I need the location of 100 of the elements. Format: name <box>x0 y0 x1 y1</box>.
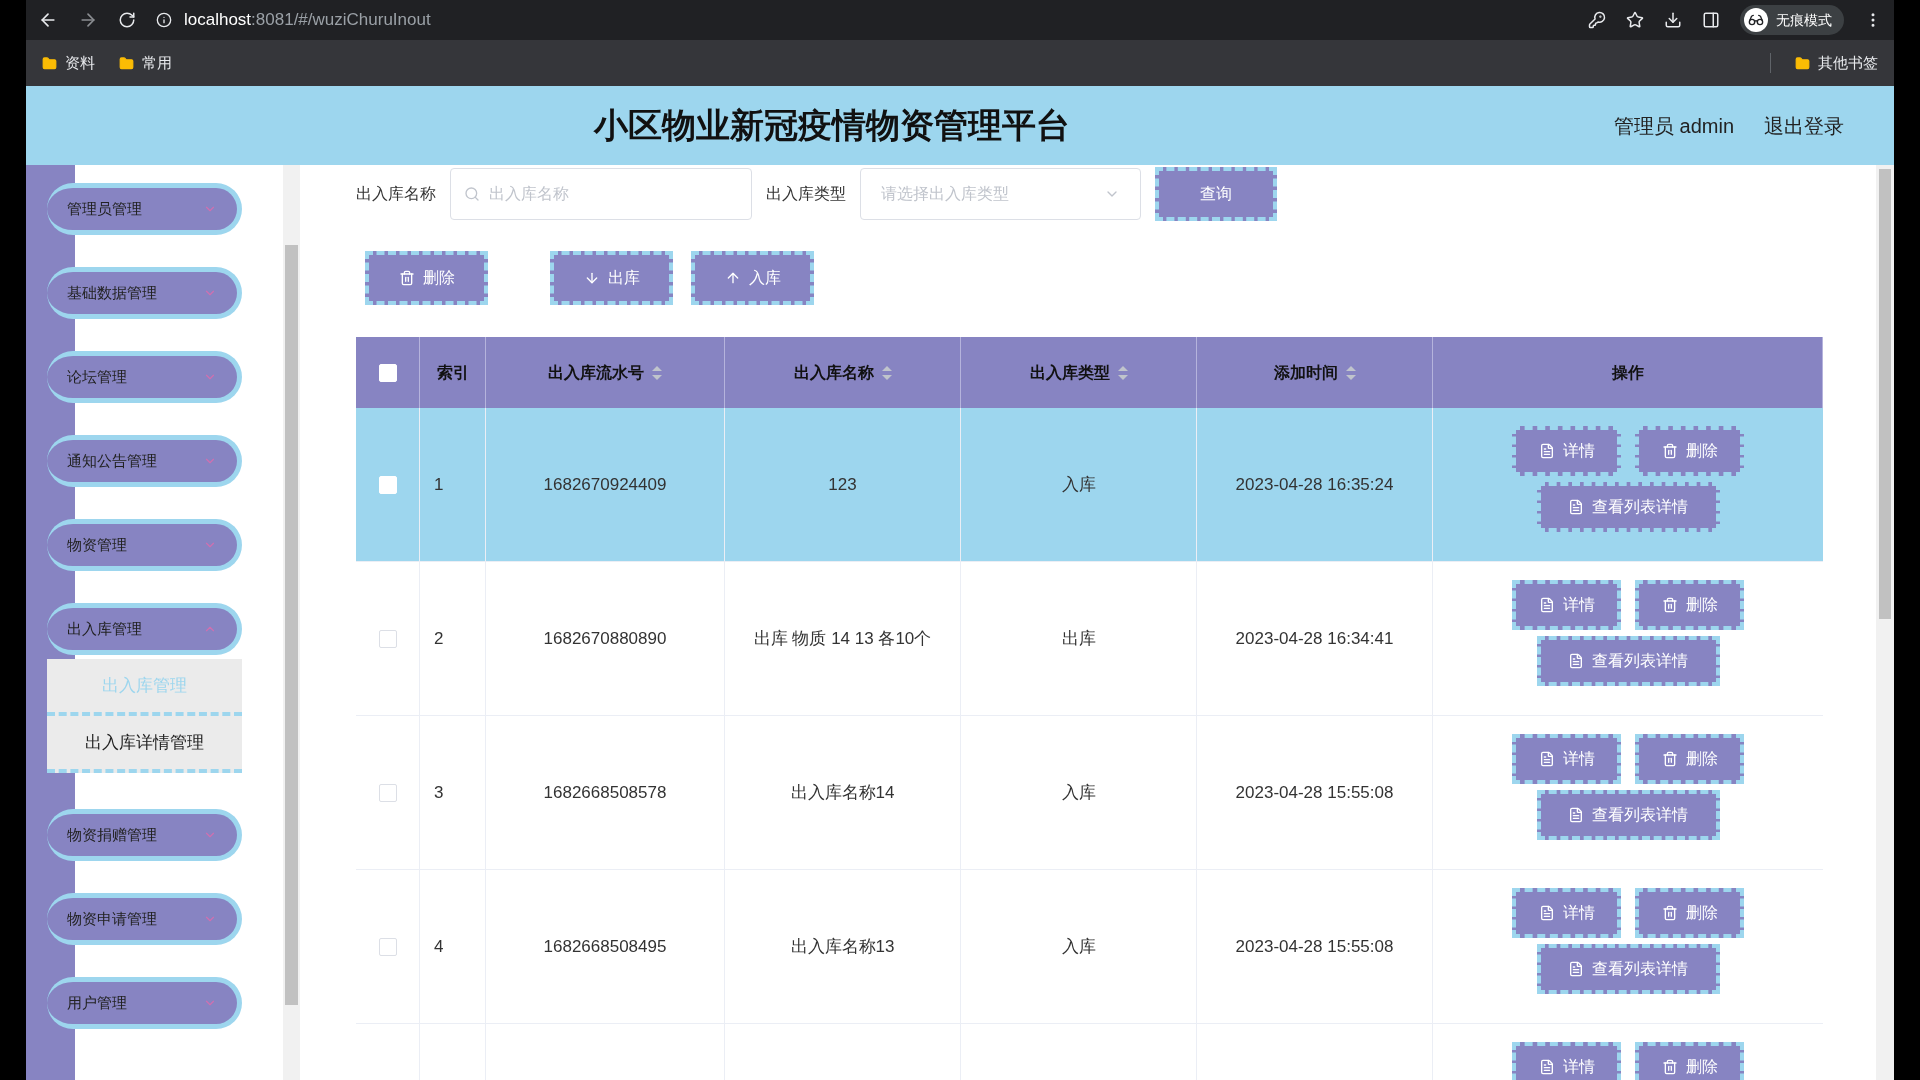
delete-button[interactable]: 删除 <box>1635 580 1744 630</box>
table-cell-text: 4 <box>434 935 444 958</box>
table-cell-text: 入库 <box>1061 781 1096 804</box>
detail-button[interactable]: 详情 <box>1512 888 1621 938</box>
document-icon <box>1568 807 1584 823</box>
sidebar-item[interactable]: 物资捐赠管理 <box>47 809 242 861</box>
sidebar-item[interactable]: 用户管理 <box>47 977 242 1029</box>
list-detail-button[interactable]: 查看列表详情 <box>1536 790 1720 840</box>
document-icon <box>1538 905 1555 921</box>
key-icon[interactable] <box>1588 11 1606 29</box>
checkbox[interactable] <box>378 783 397 802</box>
delete-button[interactable]: 删除 <box>1635 426 1744 476</box>
sidebar-item[interactable]: 物资申请管理 <box>47 893 242 945</box>
table-row[interactable]: 2 1682670880890 出库 物质 14 13 各10个 出库 2023-04-28 16:34:41 详情 删除 查看列表详情 <box>356 562 1823 716</box>
download-icon[interactable] <box>1664 11 1682 29</box>
column-header[interactable]: 出入库流水号 <box>548 360 644 385</box>
column-header[interactable]: 出入库名称 <box>793 360 874 385</box>
sidebar-item[interactable]: 基础数据管理 <box>47 267 242 319</box>
table-cell-text: 入库 <box>1061 935 1096 958</box>
app-title: 小区物业新冠疫情物资管理平台 <box>592 105 1071 146</box>
stock-out-button[interactable]: 出库 <box>550 251 673 305</box>
sidebar-item[interactable]: 出入库管理 <box>47 603 242 655</box>
list-detail-button[interactable]: 查看列表详情 <box>1536 636 1720 686</box>
delete-button[interactable]: 删除 <box>1635 1042 1744 1080</box>
sidebar-item[interactable]: 论坛管理 <box>47 351 242 403</box>
table-row[interactable]: 3 1682668508578 出入库名称14 入库 2023-04-28 15:55:08 详情 删除 查看列表详情 <box>356 716 1823 870</box>
folder-icon <box>1795 55 1810 71</box>
table-cell-text: 1682670880890 <box>543 627 667 650</box>
table-cell-text: 1682668508578 <box>543 781 667 804</box>
delete-button[interactable]: 删除 <box>365 251 488 305</box>
table-cell-text: 出库 物质 14 13 各10个 <box>753 627 932 650</box>
table-row[interactable]: 1 1682670924409 123 入库 2023-04-28 16:35:24 详情 删除 查看列表详情 <box>356 408 1823 562</box>
column-header: 操作 <box>1611 362 1644 383</box>
detail-button[interactable]: 详情 <box>1512 426 1621 476</box>
table-cell-text: 3 <box>434 781 444 804</box>
sidebar-item[interactable]: 管理员管理 <box>47 183 242 235</box>
table-cell-text: 出库 <box>1061 627 1096 650</box>
list-detail-button[interactable]: 查看列表详情 <box>1536 482 1720 532</box>
sidebar-item[interactable]: 物资管理 <box>47 519 242 571</box>
detail-button[interactable]: 详情 <box>1512 734 1621 784</box>
logout-link[interactable]: 退出登录 <box>1764 110 1844 141</box>
document-icon <box>1538 751 1555 767</box>
document-icon <box>1568 961 1584 977</box>
sidebar-item[interactable]: 通知公告管理 <box>47 435 242 487</box>
bookmark[interactable]: 其他书签 <box>1795 51 1878 75</box>
folder-icon <box>42 55 57 71</box>
table-cell-text: 2 <box>434 627 444 650</box>
trash-icon <box>1661 1059 1678 1075</box>
trash-icon <box>1661 443 1678 459</box>
trash-icon <box>1661 751 1678 767</box>
table-cell-text: 123 <box>828 473 857 496</box>
column-header: 索引 <box>436 362 469 383</box>
star-icon[interactable] <box>1626 11 1644 29</box>
incognito-icon <box>1748 12 1764 28</box>
document-icon <box>1538 597 1555 613</box>
side-panel-icon[interactable] <box>1702 11 1720 29</box>
table-cell-text: 2023-04-28 15:55:08 <box>1235 781 1394 804</box>
search-icon <box>464 186 480 202</box>
search-button[interactable]: 查询 <box>1155 167 1277 221</box>
list-detail-button[interactable]: 查看列表详情 <box>1536 944 1720 994</box>
delete-button[interactable]: 删除 <box>1635 888 1744 938</box>
trash-icon <box>1661 905 1678 921</box>
profile-chip[interactable]: 无痕模式 <box>1740 5 1844 35</box>
filter-label: 出入库类型 <box>766 184 846 204</box>
sort-icon[interactable] <box>881 365 892 380</box>
bookmark[interactable]: 资料 <box>42 51 95 75</box>
detail-button[interactable]: 详情 <box>1512 580 1621 630</box>
submenu-item[interactable]: 出入库详情管理 <box>47 716 242 773</box>
sort-icon[interactable] <box>652 365 662 380</box>
table-cell-text: 1 <box>434 473 444 496</box>
table-row[interactable]: 4 1682668508495 出入库名称13 入库 2023-04-28 15:55:08 详情 删除 查看列表详情 <box>356 870 1823 1024</box>
page-scrollbar[interactable] <box>1876 165 1894 1080</box>
bookmark[interactable]: 常用 <box>119 51 172 75</box>
folder-icon <box>119 55 134 71</box>
trash-icon <box>1661 597 1678 613</box>
url-text[interactable]: localhost:8081/#/wuziChuruInout <box>184 7 431 33</box>
sidebar-scrollbar[interactable] <box>283 165 300 1080</box>
filter-label: 出入库名称 <box>356 184 436 204</box>
document-icon <box>1568 499 1584 515</box>
table-cell-text: 2023-04-28 16:34:41 <box>1235 627 1394 650</box>
delete-button[interactable]: 删除 <box>1635 734 1744 784</box>
name-field[interactable]: 出入库名称 <box>450 168 752 220</box>
column-header[interactable]: 出入库类型 <box>1029 360 1110 385</box>
detail-button[interactable]: 详情 <box>1512 1042 1621 1080</box>
checkbox[interactable] <box>378 629 397 648</box>
checkbox[interactable] <box>378 937 397 956</box>
reload-icon[interactable] <box>118 11 136 29</box>
document-icon <box>1538 1059 1555 1075</box>
stock-in-button[interactable]: 入库 <box>691 251 814 305</box>
table-cell-text: 2023-04-28 15:55:08 <box>1235 935 1394 958</box>
column-header[interactable]: 添加时间 <box>1273 360 1338 385</box>
table-cell-text: 1682668508495 <box>543 935 667 958</box>
info-icon[interactable] <box>156 12 172 28</box>
document-icon <box>1538 443 1555 459</box>
table-cell-text: 2023-04-28 16:35:24 <box>1235 473 1394 496</box>
sort-icon[interactable] <box>1117 365 1128 380</box>
table-cell-text: 出入库名称14 <box>790 781 895 804</box>
sort-icon[interactable] <box>1345 365 1356 380</box>
trash-icon <box>398 270 415 286</box>
user-label: 管理员 admin <box>1613 113 1734 139</box>
